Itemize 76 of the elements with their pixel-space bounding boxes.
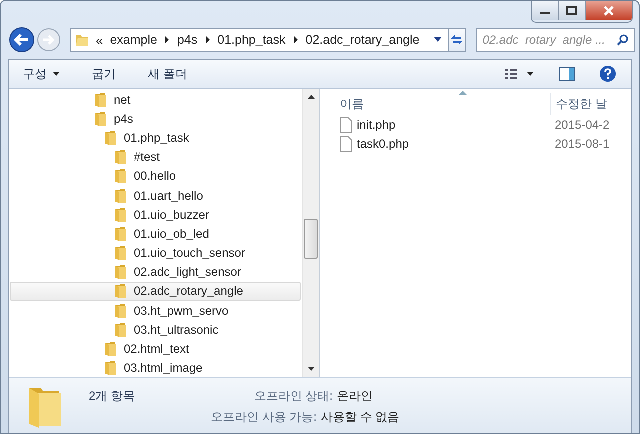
overflow-chevron[interactable]: «: [96, 32, 104, 48]
search-field[interactable]: 02.adc_rotary_angle ...: [476, 28, 635, 52]
status-label: 오프라인 상태:: [254, 388, 333, 405]
tree-item[interactable]: 03.ht_pwm_servo: [10, 301, 301, 320]
back-button[interactable]: [9, 27, 35, 53]
address-bar[interactable]: « example p4s 01.php_task 02.adc_rotary_angle: [70, 28, 449, 52]
breadcrumb[interactable]: 02.adc_rotary_angle: [306, 33, 420, 47]
caret-icon: [53, 72, 60, 76]
date-cell: 2015-08-1: [555, 136, 610, 150]
status-label: 오프라인 사용 가능:: [210, 409, 317, 426]
folder-icon: [113, 264, 129, 280]
tree-item[interactable]: 02.html_text: [10, 339, 301, 359]
status-value: 온라인: [337, 388, 374, 405]
breadcrumb[interactable]: p4s: [177, 33, 198, 47]
tree-item[interactable]: p4s: [10, 109, 301, 128]
help-icon: [599, 65, 617, 83]
item-count: 2개 항목: [89, 388, 136, 405]
tree-item[interactable]: net: [10, 90, 301, 110]
folder-icon: [113, 226, 129, 242]
folder-icon: [113, 149, 129, 166]
list-view-icon: [505, 68, 535, 80]
tree-item[interactable]: 03.ht_ultrasonic: [10, 320, 301, 340]
tree-item[interactable]: 01.uart_hello: [10, 186, 301, 206]
toolbar-button[interactable]: 구성: [17, 62, 72, 86]
scroll-thumb[interactable]: [304, 219, 318, 259]
preview-pane-icon: [559, 67, 575, 81]
minimize-button[interactable]: [532, 1, 559, 20]
chevron-right-icon[interactable]: [292, 36, 299, 44]
scroll-down-icon[interactable]: [308, 367, 314, 371]
file-icon: [340, 136, 352, 152]
folder-icon: [113, 322, 129, 338]
tree-item[interactable]: 02.adc_rotary_angle: [10, 282, 301, 302]
column-header[interactable]: 이름: [340, 96, 550, 112]
folder-icon: [113, 188, 129, 204]
file-icon: [340, 116, 352, 132]
file-item[interactable]: init.php: [340, 116, 555, 132]
chevron-right-icon[interactable]: [204, 36, 211, 44]
tree-item[interactable]: 01.uio_touch_sensor: [10, 244, 301, 263]
breadcrumb[interactable]: 01.php_task: [218, 33, 286, 47]
date-cell: 2015-04-2: [555, 118, 610, 132]
tree-item[interactable]: 01.uio_ob_led: [10, 224, 301, 244]
folder-icon: [93, 92, 109, 108]
breadcrumb[interactable]: example: [110, 33, 158, 47]
folder-icon: [113, 283, 129, 300]
tree-item[interactable]: 03.html_image: [10, 358, 301, 377]
chevron-right-icon[interactable]: [164, 36, 170, 44]
status-value: 사용할 수 없음: [321, 409, 401, 426]
refresh-button[interactable]: [448, 28, 466, 52]
toolbar-button[interactable]: 새 폴더: [142, 62, 200, 86]
folder-icon: [75, 33, 89, 47]
tree-item[interactable]: 02.adc_light_sensor: [10, 262, 301, 282]
column-header[interactable]: 수정한 날: [550, 93, 608, 115]
folder-icon: [113, 302, 129, 319]
tree-item[interactable]: 01.uio_buzzer: [10, 205, 301, 224]
folder-icon: [113, 206, 129, 223]
maximize-button[interactable]: [559, 1, 586, 20]
tree-item[interactable]: 00.hello: [10, 166, 301, 186]
folder-icon: [93, 110, 109, 127]
search-icon: [616, 34, 629, 46]
dropdown-icon[interactable]: [434, 37, 442, 43]
refresh-icon: [448, 33, 465, 47]
scroll-up-icon[interactable]: [308, 95, 314, 99]
tree-item[interactable]: #test: [10, 148, 301, 167]
toolbar-button[interactable]: 굽기: [86, 62, 128, 86]
folder-icon: [103, 130, 119, 146]
scrollbar[interactable]: [302, 89, 319, 377]
close-button[interactable]: [586, 1, 632, 20]
folder-icon: [113, 168, 129, 184]
folder-icon: [113, 245, 129, 262]
maximize-icon: [566, 6, 578, 16]
tree-item[interactable]: 01.php_task: [10, 128, 301, 148]
sort-arrow-icon: [459, 91, 467, 95]
folder-icon: [103, 360, 119, 376]
file-item[interactable]: task0.php: [340, 136, 555, 152]
close-icon: [603, 6, 615, 16]
folder-icon: [103, 341, 119, 358]
